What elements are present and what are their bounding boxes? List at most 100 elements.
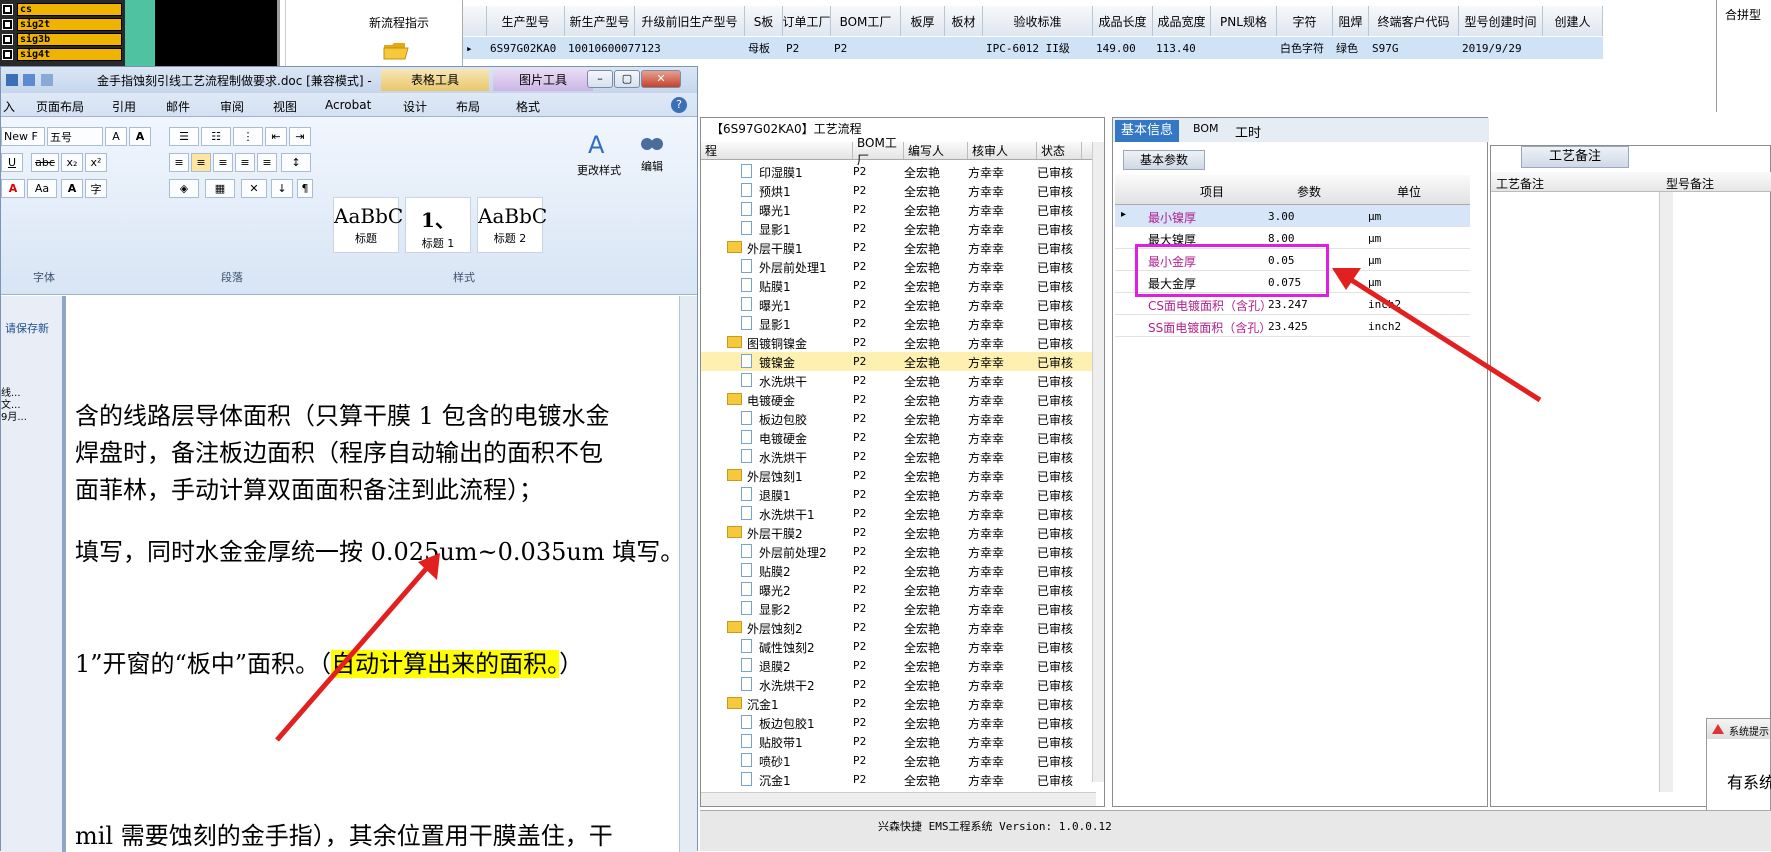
process-row[interactable]: 退膜2 P2 全宏艳 方幸幸 已审核 xyxy=(701,656,1096,675)
param-value[interactable]: 23.425 xyxy=(1268,320,1308,333)
flow-indicator-label[interactable]: 新流程指示 xyxy=(369,14,429,31)
tab-process-remarks[interactable]: 工艺备注 xyxy=(1521,146,1629,168)
process-row[interactable]: 贴胶带1 P2 全宏艳 方幸幸 已审核 xyxy=(701,732,1096,751)
change-styles-button[interactable]: A 更改样式 xyxy=(573,129,625,178)
underline-icon[interactable]: U xyxy=(1,153,23,172)
line-spacing-icon[interactable]: ↕ xyxy=(281,153,311,172)
tab-review[interactable]: 审阅 xyxy=(220,98,244,115)
grid-cell[interactable]: P2 xyxy=(831,37,901,59)
nav-save-hint[interactable]: 请保存新 xyxy=(5,320,49,336)
grid-col-header[interactable]: 板材 xyxy=(945,6,983,36)
tab-format[interactable]: 格式 xyxy=(516,98,540,115)
grid-cell[interactable]: 149.00 xyxy=(1093,37,1153,59)
process-row[interactable]: 喷砂1 P2 全宏艳 方幸幸 已审核 xyxy=(701,751,1096,770)
grid-cell[interactable] xyxy=(1543,37,1603,59)
param-value[interactable]: 23.247 xyxy=(1268,298,1308,311)
col-bom-factory[interactable]: BOM工厂 xyxy=(853,136,904,167)
grid-cell[interactable] xyxy=(1211,37,1277,59)
process-row[interactable]: 板边包胶1 P2 全宏艳 方幸幸 已审核 xyxy=(701,713,1096,732)
table-tools-tab[interactable]: 表格工具 xyxy=(381,69,489,91)
grid-cell[interactable]: S97G xyxy=(1369,37,1459,59)
process-row[interactable]: 沉金1 P2 全宏艳 方幸幸 已审核 xyxy=(701,694,1096,713)
grid-col-header[interactable]: 验收标准 xyxy=(983,6,1093,36)
process-row[interactable]: 退膜1 P2 全宏艳 方幸幸 已审核 xyxy=(701,485,1096,504)
process-row[interactable]: 外层干膜1 P2 全宏艳 方幸幸 已审核 xyxy=(701,238,1096,257)
process-row[interactable]: 镀镍金 P2 全宏艳 方幸幸 已审核 xyxy=(701,352,1096,371)
col-reviewer[interactable]: 核审人 xyxy=(968,142,1037,159)
process-row[interactable]: 曝光1 P2 全宏艳 方幸幸 已审核 xyxy=(701,200,1096,219)
signal-checkbox[interactable] xyxy=(2,48,13,60)
process-row[interactable]: 电镀硬金 P2 全宏艳 方幸幸 已审核 xyxy=(701,428,1096,447)
grid-col-header[interactable]: 成品宽度 xyxy=(1153,6,1211,36)
param-row[interactable]: ▸ 最小镍厚 3.00 μm xyxy=(1115,205,1470,227)
process-row[interactable]: 板边包胶 P2 全宏艳 方幸幸 已审核 xyxy=(701,409,1096,428)
strikethrough-icon[interactable]: abc xyxy=(31,153,59,172)
signal-row[interactable]: cs xyxy=(2,2,122,16)
tab-mailings[interactable]: 邮件 xyxy=(166,98,190,115)
col-param[interactable]: 参数 xyxy=(1297,183,1321,200)
process-row[interactable]: 外层前处理2 P2 全宏艳 方幸幸 已审核 xyxy=(701,542,1096,561)
decrease-indent-icon[interactable]: ⇤ xyxy=(265,127,287,146)
grid-col-header[interactable]: BOM工厂 xyxy=(831,6,901,36)
open-folder-icon[interactable] xyxy=(383,40,409,60)
col-status[interactable]: 状态 xyxy=(1037,142,1082,159)
grid-cell[interactable] xyxy=(635,37,745,59)
font-size-select[interactable]: 五号 xyxy=(47,127,103,146)
minimize-button[interactable]: – xyxy=(587,70,613,88)
process-row[interactable]: 贴膜1 P2 全宏艳 方幸幸 已审核 xyxy=(701,276,1096,295)
process-row[interactable]: 水洗烘干1 P2 全宏艳 方幸幸 已审核 xyxy=(701,504,1096,523)
process-row[interactable]: 图镀铜镍金 P2 全宏艳 方幸幸 已审核 xyxy=(701,333,1096,352)
col-process[interactable]: 程 xyxy=(701,142,853,159)
process-row[interactable]: 曝光1 P2 全宏艳 方幸幸 已审核 xyxy=(701,295,1096,314)
distributed-icon[interactable]: ≡ xyxy=(257,153,277,172)
grid-col-header[interactable]: S板 xyxy=(745,6,783,36)
process-row[interactable]: 印湿膜1 P2 全宏艳 方幸幸 已审核 xyxy=(701,162,1096,181)
subscript-icon[interactable]: x₂ xyxy=(61,153,83,172)
clear-format-icon[interactable]: A xyxy=(105,127,127,146)
grid-col-header[interactable]: 字符 xyxy=(1277,6,1333,36)
process-row[interactable]: 外层蚀刻2 P2 全宏艳 方幸幸 已审核 xyxy=(701,618,1096,637)
grid-cell[interactable]: 10010600077123 xyxy=(565,37,661,59)
process-row[interactable]: 显影1 P2 全宏艳 方幸幸 已审核 xyxy=(701,314,1096,333)
tab-layout[interactable]: 布局 xyxy=(456,98,480,115)
tab-bom[interactable]: BOM xyxy=(1193,122,1219,135)
process-row[interactable]: 显影2 P2 全宏艳 方幸幸 已审核 xyxy=(701,599,1096,618)
process-tree-hscrollbar[interactable] xyxy=(701,792,1096,806)
process-tree-scrollbar[interactable] xyxy=(1092,142,1104,782)
grid-col-header[interactable]: 成品长度 xyxy=(1093,6,1153,36)
process-row[interactable]: 显影1 P2 全宏艳 方幸幸 已审核 xyxy=(701,219,1096,238)
grid-cell[interactable]: IPC-6012 II级 xyxy=(983,37,1093,59)
tab-work-hours[interactable]: 工时 xyxy=(1235,122,1261,141)
signal-checkbox[interactable] xyxy=(2,33,13,45)
font-color-icon[interactable]: A xyxy=(1,179,25,198)
grid-cell[interactable]: 2019/9/29 xyxy=(1459,37,1543,59)
process-row[interactable]: 沉金1 P2 全宏艳 方幸幸 已审核 xyxy=(701,770,1096,789)
model-grid-row[interactable]: ▸ 6S97G02KA0 10010600077123 母板 P2 P2 IPC-6012 … xyxy=(463,37,1603,59)
grid-col-header[interactable]: 生产型号 xyxy=(487,6,565,36)
tab-insert[interactable]: 入 xyxy=(3,98,15,115)
grid-cell[interactable] xyxy=(901,37,945,59)
process-row[interactable]: 外层干膜2 P2 全宏艳 方幸幸 已审核 xyxy=(701,523,1096,542)
multilevel-list-icon[interactable]: ⋮ xyxy=(233,127,263,146)
char-shading-icon[interactable]: A xyxy=(61,179,83,198)
nav-item-2[interactable]: 文... xyxy=(1,400,27,412)
grid-cell[interactable]: P2 xyxy=(783,37,831,59)
grid-col-header[interactable]: 创建人 xyxy=(1543,6,1603,36)
signal-checkbox[interactable] xyxy=(2,3,13,15)
process-row[interactable]: 电镀硬金 P2 全宏艳 方幸幸 已审核 xyxy=(701,390,1096,409)
edit-button[interactable]: 编辑 xyxy=(631,129,673,174)
process-row[interactable]: 碱性蚀刻2 P2 全宏艳 方幸幸 已审核 xyxy=(701,637,1096,656)
enclose-char-icon[interactable]: 字 xyxy=(85,179,107,198)
grid-col-header[interactable]: 升级前旧生产型号 xyxy=(635,6,745,36)
param-row[interactable]: SS面电镀面积（含孔） 23.425 inch2 xyxy=(1115,315,1470,337)
change-case-icon[interactable]: Aa xyxy=(27,179,57,198)
process-row[interactable]: 水洗烘干 P2 全宏艳 方幸幸 已审核 xyxy=(701,447,1096,466)
process-row[interactable]: 水洗烘干2 P2 全宏艳 方幸幸 已审核 xyxy=(701,675,1096,694)
style-heading-1[interactable]: 1、 标题 1 xyxy=(405,197,471,253)
document-area[interactable]: 请保存新 线... 文... 9月... 含的线路层导体面积（只算干膜 1 包含… xyxy=(1,296,679,852)
quick-access-toolbar-icons[interactable] xyxy=(5,72,65,88)
tab-basic-info[interactable]: 基本信息 xyxy=(1115,120,1179,142)
borders-icon[interactable]: ▦ xyxy=(205,179,235,198)
bullets-icon[interactable]: ☰ xyxy=(169,127,199,146)
process-row[interactable]: 外层蚀刻1 P2 全宏艳 方幸幸 已审核 xyxy=(701,466,1096,485)
